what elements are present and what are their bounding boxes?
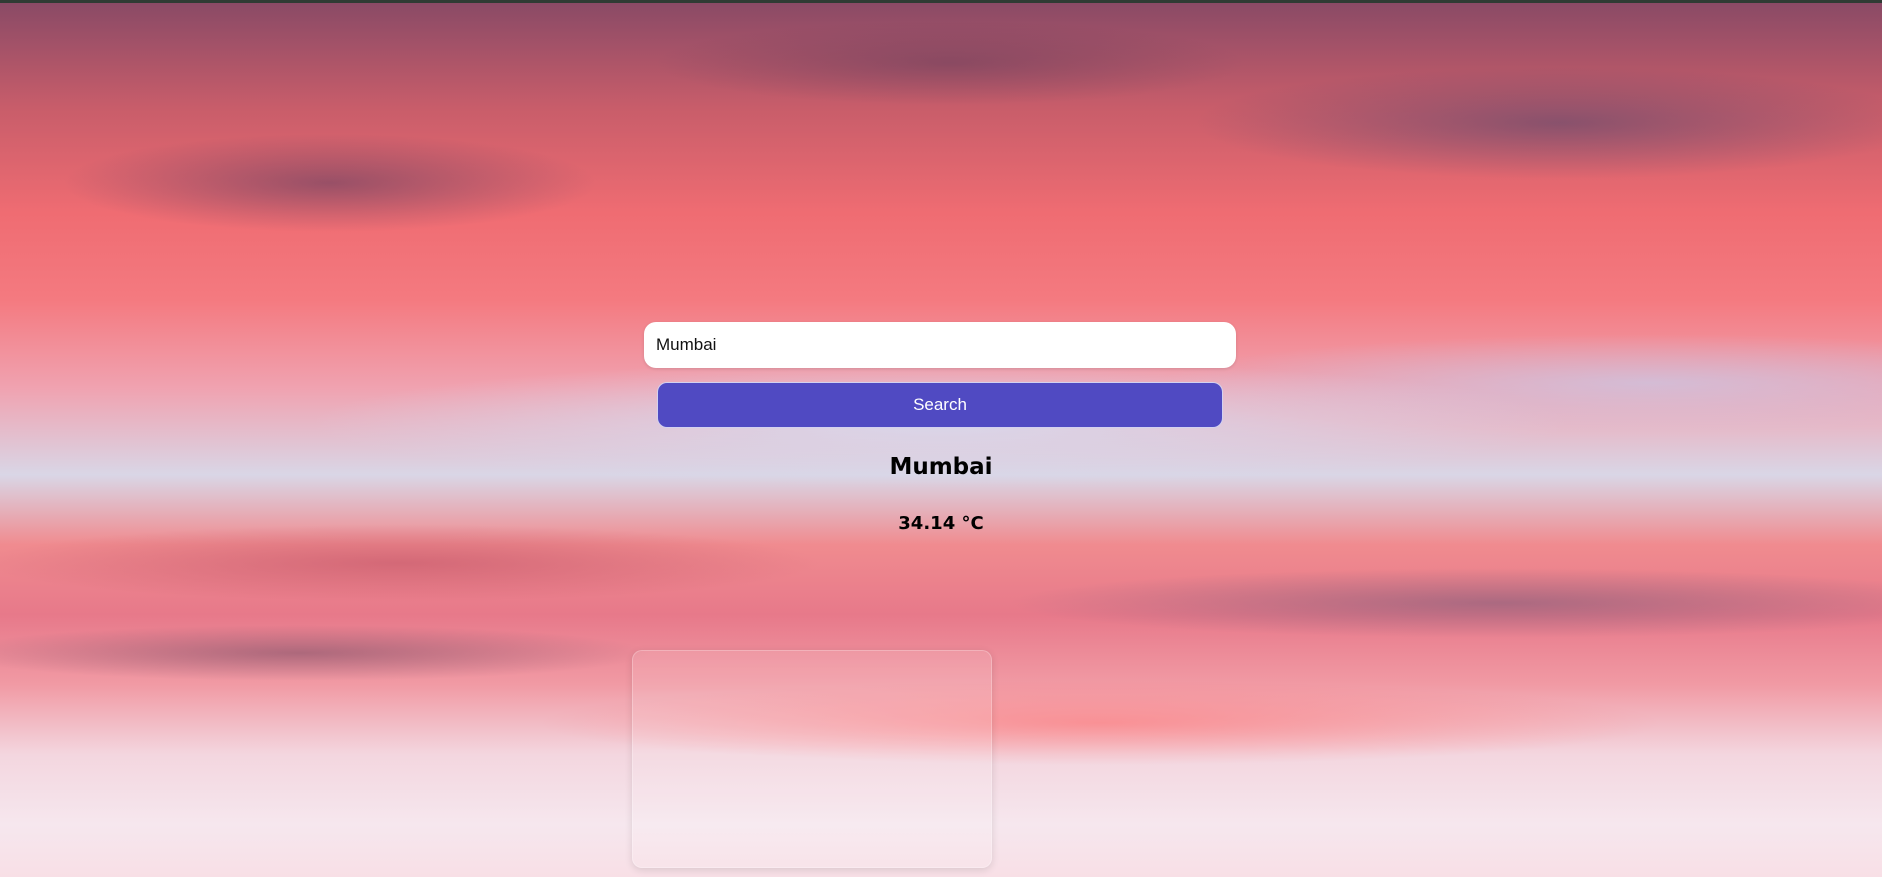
search-button[interactable]: Search xyxy=(657,382,1223,428)
top-strip xyxy=(0,0,1882,3)
city-search-input[interactable] xyxy=(644,322,1236,368)
temperature-value: 34.14 °C xyxy=(898,513,984,534)
app-viewport: Search Mumbai 34.14 °C xyxy=(0,0,1882,877)
city-name: Mumbai xyxy=(889,454,993,480)
weather-card-ghost xyxy=(632,650,992,868)
